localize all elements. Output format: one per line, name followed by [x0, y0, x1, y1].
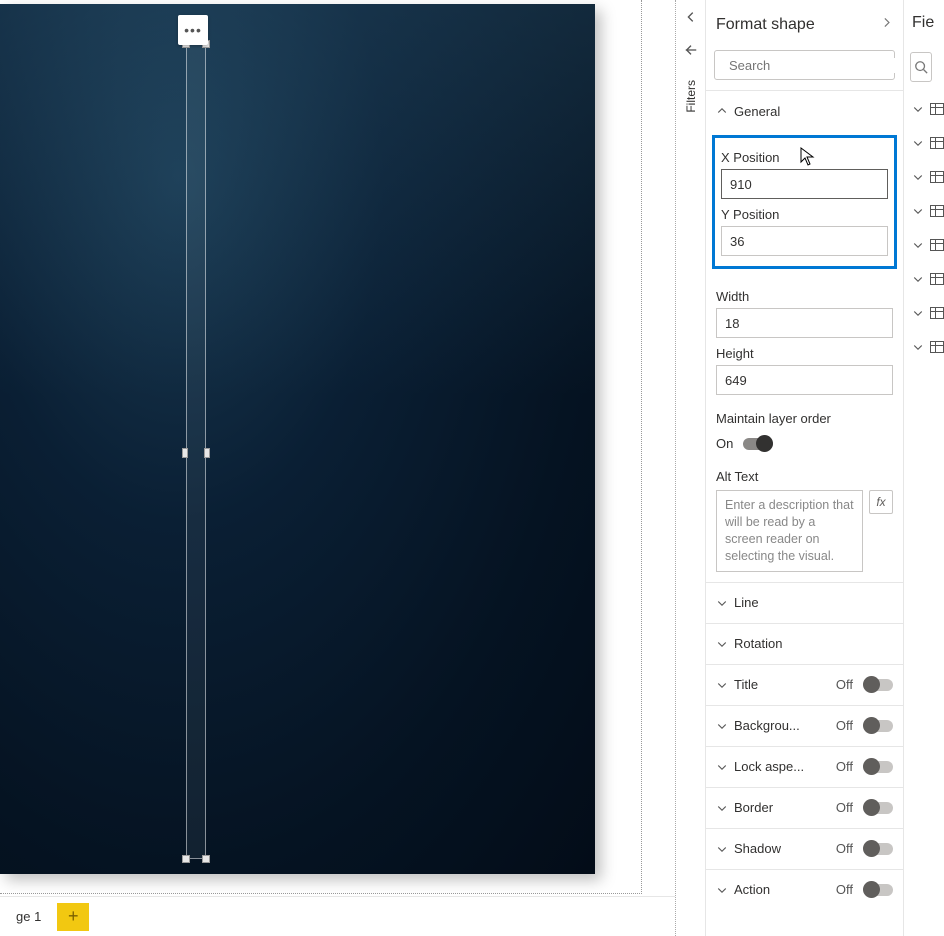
section-border[interactable]: Border Off: [706, 788, 903, 828]
field-table-row[interactable]: [904, 228, 944, 262]
chevron-down-icon: [716, 679, 728, 691]
table-icon: [930, 171, 944, 183]
next-pane-icon[interactable]: [880, 16, 893, 34]
border-toggle[interactable]: [863, 802, 893, 814]
resize-handle[interactable]: [182, 855, 190, 863]
chevron-down-icon: [912, 103, 924, 115]
search-input[interactable]: [729, 58, 904, 73]
chevron-down-icon: [912, 205, 924, 217]
section-shadow[interactable]: Shadow Off: [706, 829, 903, 869]
fields-title: Fie: [904, 14, 944, 50]
section-action[interactable]: Action Off: [706, 870, 903, 910]
background-toggle[interactable]: [863, 720, 893, 732]
page-tabs-bar: ge 1 +: [0, 896, 675, 936]
x-position-input[interactable]: [721, 169, 888, 199]
fields-pane: Fie: [904, 0, 944, 936]
alt-text-label: Alt Text: [716, 469, 893, 484]
selected-shape[interactable]: [186, 44, 206, 859]
section-title[interactable]: Title Off: [706, 665, 903, 705]
page-tab[interactable]: ge 1: [6, 903, 51, 930]
section-line[interactable]: Line: [706, 583, 903, 623]
chevron-down-icon: [912, 137, 924, 149]
table-icon: [930, 307, 944, 319]
field-table-row[interactable]: [904, 296, 944, 330]
pane-title: Format shape: [716, 16, 815, 34]
height-input[interactable]: [716, 365, 893, 395]
search-input-wrapper[interactable]: [714, 50, 895, 80]
field-table-row[interactable]: [904, 194, 944, 228]
maintain-layer-label: Maintain layer order: [716, 411, 893, 426]
alt-text-input[interactable]: Enter a description that will be read by…: [716, 490, 863, 572]
maintain-layer-toggle[interactable]: [743, 438, 773, 450]
filters-label[interactable]: Filters: [684, 80, 698, 113]
section-general[interactable]: General: [706, 91, 903, 131]
background-visual: [0, 4, 595, 874]
chevron-down-icon: [716, 597, 728, 609]
x-position-label: X Position: [721, 150, 888, 165]
chevron-down-icon: [912, 273, 924, 285]
chevron-down-icon: [912, 171, 924, 183]
alt-fx-button[interactable]: fx: [869, 490, 893, 514]
field-table-row[interactable]: [904, 160, 944, 194]
fields-search[interactable]: [910, 52, 932, 82]
resize-handle[interactable]: [204, 448, 210, 458]
chevron-down-icon: [912, 341, 924, 353]
y-position-label: Y Position: [721, 207, 888, 222]
maintain-layer-state: On: [716, 436, 733, 451]
table-icon: [930, 205, 944, 217]
chevron-down-icon: [716, 843, 728, 855]
action-toggle[interactable]: [863, 884, 893, 896]
table-icon: [930, 341, 944, 353]
format-shape-pane: Format shape General X Position Y Positi…: [706, 0, 904, 936]
y-position-input[interactable]: [721, 226, 888, 256]
section-lock-aspect[interactable]: Lock aspe... Off: [706, 747, 903, 787]
table-icon: [930, 103, 944, 115]
more-options-button[interactable]: •••: [178, 15, 208, 45]
filters-icon[interactable]: [684, 43, 698, 62]
report-canvas[interactable]: ••• ge 1 +: [0, 0, 676, 936]
table-icon: [930, 273, 944, 285]
shadow-toggle[interactable]: [863, 843, 893, 855]
add-page-button[interactable]: +: [57, 903, 89, 931]
xy-highlight: X Position Y Position: [712, 135, 897, 269]
resize-handle[interactable]: [182, 448, 188, 458]
field-table-row[interactable]: [904, 330, 944, 364]
height-label: Height: [716, 346, 893, 361]
chevron-down-icon: [912, 307, 924, 319]
resize-handle[interactable]: [202, 855, 210, 863]
section-rotation[interactable]: Rotation: [706, 624, 903, 664]
table-icon: [930, 137, 944, 149]
collapse-icon[interactable]: [684, 10, 698, 29]
lock-aspect-toggle[interactable]: [863, 761, 893, 773]
chevron-up-icon: [716, 105, 728, 117]
field-table-row[interactable]: [904, 262, 944, 296]
field-table-row[interactable]: [904, 92, 944, 126]
table-icon: [930, 239, 944, 251]
chevron-down-icon: [716, 720, 728, 732]
section-background[interactable]: Backgrou... Off: [706, 706, 903, 746]
field-table-row[interactable]: [904, 126, 944, 160]
chevron-down-icon: [912, 239, 924, 251]
chevron-down-icon: [716, 802, 728, 814]
width-input[interactable]: [716, 308, 893, 338]
chevron-down-icon: [716, 638, 728, 650]
title-toggle[interactable]: [863, 679, 893, 691]
chevron-down-icon: [716, 884, 728, 896]
width-label: Width: [716, 289, 893, 304]
panel-rail: Filters: [676, 0, 706, 936]
search-icon: [914, 60, 928, 74]
chevron-down-icon: [716, 761, 728, 773]
